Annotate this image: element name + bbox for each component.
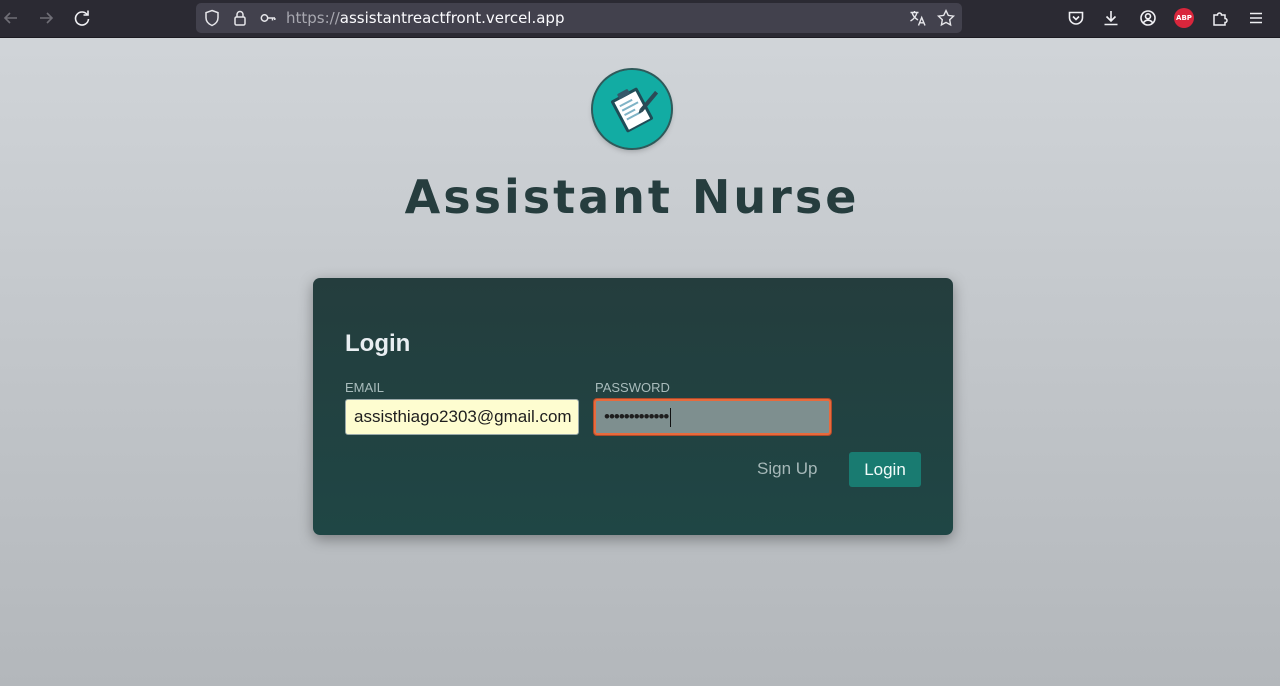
account-icon[interactable]	[1137, 7, 1159, 29]
browser-toolbar: https://assistantreactfront.vercel.app A…	[0, 0, 1280, 38]
adblock-plus-icon[interactable]: ABP	[1174, 8, 1194, 28]
address-bar[interactable]: https://assistantreactfront.vercel.app	[196, 3, 962, 33]
translate-icon[interactable]	[908, 8, 928, 28]
shield-icon[interactable]	[202, 8, 222, 28]
password-label: PASSWORD	[595, 380, 670, 395]
lock-icon[interactable]	[230, 8, 250, 28]
pocket-icon[interactable]	[1065, 7, 1087, 29]
star-icon[interactable]	[936, 8, 956, 28]
password-value: •••••••••••••	[604, 407, 669, 426]
email-label: EMAIL	[345, 380, 385, 395]
back-icon[interactable]	[0, 7, 22, 29]
url-text[interactable]: https://assistantreactfront.vercel.app	[286, 9, 564, 27]
login-title: Login	[345, 330, 411, 357]
sign-up-link[interactable]: Sign Up	[757, 459, 817, 479]
email-field[interactable]: assisthiago2303@gmail.com	[345, 399, 579, 435]
forward-icon[interactable]	[35, 7, 57, 29]
reload-icon[interactable]	[71, 7, 93, 29]
clipboard-icon	[593, 70, 671, 148]
password-field[interactable]: •••••••••••••	[594, 399, 831, 435]
key-icon[interactable]	[258, 8, 278, 28]
text-caret	[670, 407, 672, 427]
site-title: Assistant Nurse	[404, 170, 860, 224]
download-icon[interactable]	[1100, 7, 1122, 29]
url-host: assistantreactfront.vercel.app	[339, 9, 565, 27]
url-scheme: https://	[286, 9, 340, 27]
login-button[interactable]: Login	[849, 452, 921, 487]
extensions-icon[interactable]	[1209, 7, 1231, 29]
menu-icon[interactable]	[1245, 7, 1267, 29]
email-value: assisthiago2303@gmail.com	[354, 407, 572, 426]
login-card: Login EMAIL assisthiago2303@gmail.com PA…	[313, 278, 953, 535]
